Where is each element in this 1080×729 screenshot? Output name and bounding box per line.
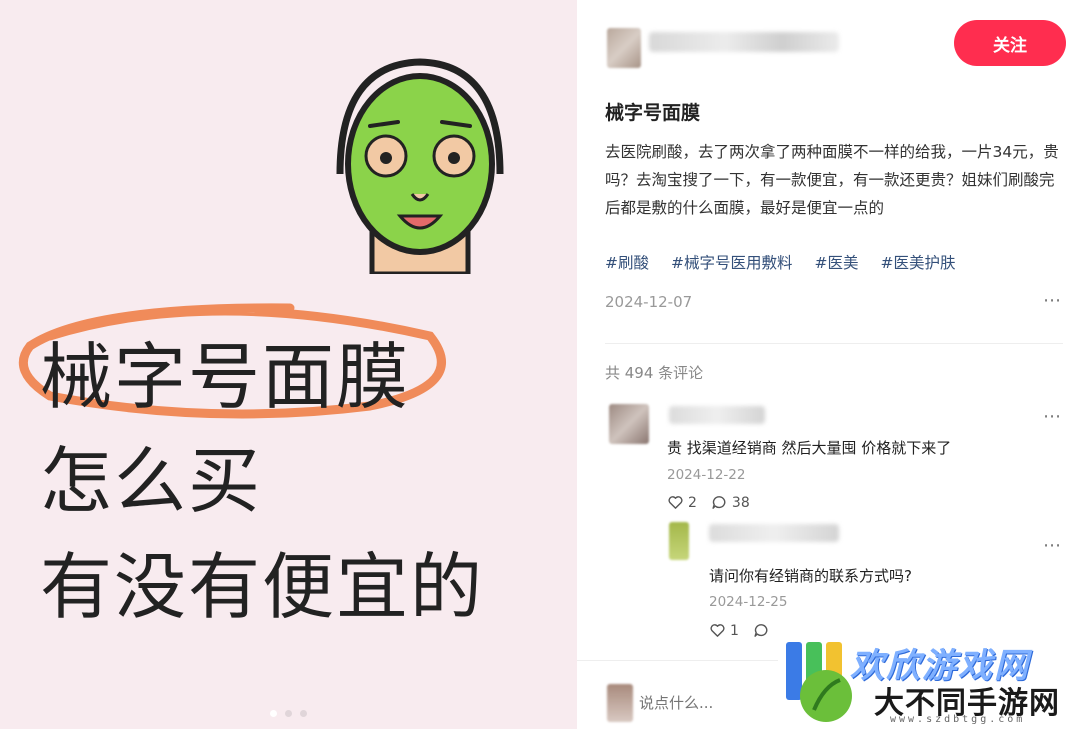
- comment-date: 2024-12-22: [667, 467, 746, 483]
- chat-bubble-icon: [754, 624, 768, 637]
- post-image-panel[interactable]: 械字号面膜 怎么买 有没有便宜的: [0, 0, 577, 729]
- tag-link[interactable]: #械字号医用敷料: [671, 251, 793, 273]
- carousel-dot[interactable]: [300, 710, 307, 717]
- carousel-dot[interactable]: [285, 710, 292, 717]
- reply-button[interactable]: [753, 622, 774, 639]
- tag-link[interactable]: #刷酸: [605, 251, 649, 273]
- more-options-icon[interactable]: ⋯: [1043, 290, 1062, 311]
- post-date: 2024-12-07: [605, 293, 693, 311]
- reply-button[interactable]: 38: [711, 494, 750, 511]
- divider: [605, 343, 1063, 344]
- comment-actions: 1: [709, 622, 774, 639]
- follow-button[interactable]: 关注: [954, 20, 1066, 66]
- comment-text: 请问你有经销商的联系方式吗?: [709, 567, 912, 585]
- tag-link[interactable]: #医美护肤: [881, 251, 956, 273]
- heart-icon: [668, 496, 683, 509]
- post-detail-panel: ███ ████ 关注 械字号面膜 去医院刷酸，去了两次拿了两种面膜不一样的给我…: [577, 0, 1080, 729]
- image-text-line-3: 有没有便宜的: [40, 545, 485, 629]
- image-text-line-1: 械字号面膜: [40, 335, 411, 419]
- comment-input[interactable]: [639, 690, 789, 716]
- like-count: 1: [730, 622, 739, 639]
- reply-count: 38: [731, 494, 750, 511]
- face-mask-illustration: [336, 58, 504, 274]
- author-avatar[interactable]: [607, 28, 641, 68]
- commenter-name[interactable]: user: [709, 524, 839, 542]
- watermark-url: www.szdbtgg.com: [890, 714, 1026, 725]
- post-title: 械字号面膜: [605, 102, 701, 124]
- like-count: 2: [688, 494, 697, 511]
- tag-link[interactable]: #医美: [815, 251, 859, 273]
- more-options-icon[interactable]: ⋯: [1043, 535, 1062, 556]
- comment-input-bar: [605, 682, 789, 722]
- heart-icon: [710, 624, 725, 637]
- avatar[interactable]: [669, 522, 689, 560]
- tag-list: #刷酸 #械字号医用敷料 #医美 #医美护肤: [605, 251, 956, 273]
- comment-count: 共 494 条评论: [605, 364, 704, 382]
- carousel-dot[interactable]: [270, 710, 277, 717]
- commenter-name[interactable]: user: [669, 406, 765, 424]
- like-button[interactable]: 2: [667, 494, 697, 511]
- post-body: 去医院刷酸，去了两次拿了两种面膜不一样的给我，一片34元，贵吗？去淘宝搜了一下，…: [605, 143, 1059, 217]
- comment-date: 2024-12-25: [709, 594, 788, 610]
- more-options-icon[interactable]: ⋯: [1043, 406, 1062, 427]
- avatar[interactable]: [609, 404, 649, 444]
- like-button[interactable]: 1: [709, 622, 739, 639]
- site-watermark: 欢欣游戏网 大不同手游网 www.szdbtgg.com: [778, 636, 1080, 729]
- carousel-dots[interactable]: [0, 710, 577, 717]
- chat-bubble-icon: [712, 496, 726, 509]
- author-name[interactable]: ███ ████: [649, 32, 839, 52]
- image-text-line-2: 怎么买: [40, 439, 263, 523]
- comment-text: 贵 找渠道经销商 然后大量囤 价格就下来了: [667, 439, 952, 457]
- comment-actions: 2 38: [667, 494, 750, 511]
- avatar: [607, 684, 633, 722]
